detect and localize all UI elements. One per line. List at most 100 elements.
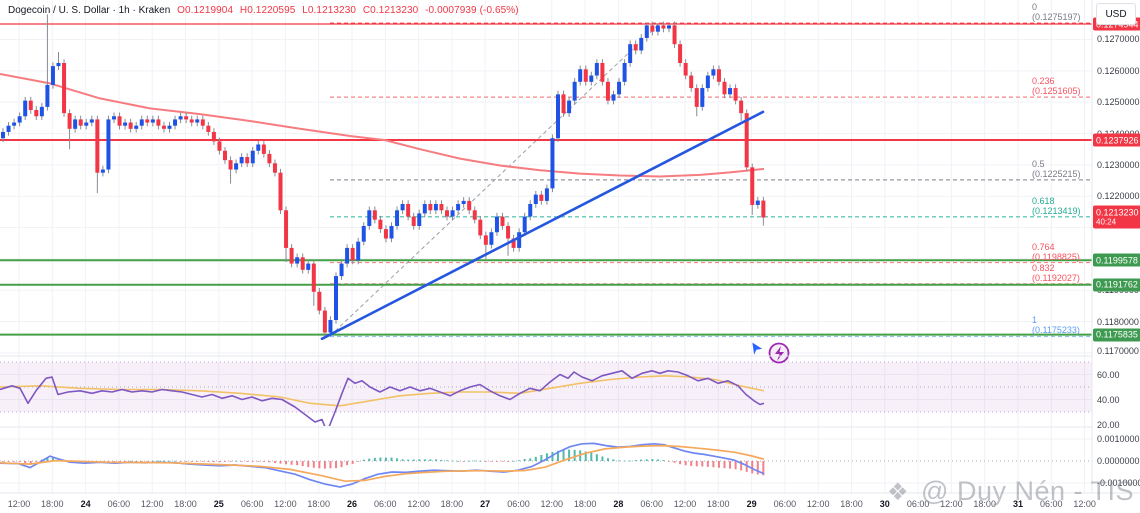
candle[interactable] bbox=[211, 131, 216, 142]
candle[interactable] bbox=[139, 119, 144, 126]
candle[interactable] bbox=[84, 122, 89, 126]
candle[interactable] bbox=[406, 204, 411, 217]
candle[interactable] bbox=[239, 157, 244, 164]
candle[interactable] bbox=[628, 44, 633, 63]
candle[interactable] bbox=[73, 119, 78, 129]
chart-canvas[interactable] bbox=[0, 0, 1140, 513]
candle[interactable] bbox=[528, 204, 533, 217]
candle[interactable] bbox=[95, 119, 100, 173]
candle[interactable] bbox=[62, 62, 67, 114]
time-axis-label[interactable]: 06:00 bbox=[907, 499, 930, 509]
candle[interactable] bbox=[450, 210, 455, 217]
candle[interactable] bbox=[472, 210, 477, 220]
candle[interactable] bbox=[478, 219, 483, 236]
candle[interactable] bbox=[522, 216, 527, 233]
candle[interactable] bbox=[50, 66, 55, 85]
candle[interactable] bbox=[311, 263, 316, 292]
candle[interactable] bbox=[156, 119, 161, 126]
candle[interactable] bbox=[445, 210, 449, 217]
time-axis-label[interactable]: 12:00 bbox=[940, 499, 963, 509]
flash-emoji-sticker[interactable] bbox=[751, 341, 790, 364]
candle[interactable] bbox=[123, 122, 128, 126]
time-axis-label[interactable]: 06:00 bbox=[108, 499, 131, 509]
time-axis-label[interactable]: 12:00 bbox=[274, 499, 297, 509]
candle[interactable] bbox=[23, 100, 28, 117]
candle[interactable] bbox=[117, 116, 122, 126]
time-axis-label[interactable]: 30 bbox=[880, 499, 890, 509]
time-axis-label[interactable]: 12:00 bbox=[8, 499, 31, 509]
candle[interactable] bbox=[223, 150, 227, 161]
trend-line[interactable] bbox=[320, 110, 765, 341]
time-axis-label[interactable]: 12:00 bbox=[674, 499, 697, 509]
candle[interactable] bbox=[184, 116, 189, 120]
candle[interactable] bbox=[700, 88, 705, 107]
candle[interactable] bbox=[456, 204, 461, 211]
time-axis-label[interactable]: 06:00 bbox=[241, 499, 264, 509]
candle[interactable] bbox=[544, 188, 549, 201]
candle[interactable] bbox=[633, 44, 638, 51]
time-axis-label[interactable]: 18:00 bbox=[840, 499, 863, 509]
candle[interactable] bbox=[383, 229, 388, 239]
time-axis-label[interactable]: 06:00 bbox=[640, 499, 663, 509]
candle[interactable] bbox=[12, 122, 17, 126]
time-axis-label[interactable]: 06:00 bbox=[374, 499, 397, 509]
candle[interactable] bbox=[417, 213, 422, 226]
candle[interactable] bbox=[106, 119, 111, 170]
candle[interactable] bbox=[161, 125, 166, 129]
candle[interactable] bbox=[356, 241, 361, 261]
candle[interactable] bbox=[56, 62, 61, 67]
currency-selector[interactable]: USD bbox=[1096, 3, 1136, 25]
candle[interactable] bbox=[605, 81, 610, 101]
candle[interactable] bbox=[672, 25, 677, 45]
candle[interactable] bbox=[195, 119, 200, 123]
time-axis-label[interactable]: 18:00 bbox=[174, 499, 197, 509]
candle[interactable] bbox=[639, 37, 644, 51]
time-axis-label[interactable]: 29 bbox=[747, 499, 757, 509]
candle[interactable] bbox=[689, 75, 694, 89]
candle[interactable] bbox=[500, 216, 505, 226]
candle[interactable] bbox=[278, 172, 283, 211]
candle[interactable] bbox=[206, 125, 211, 132]
candle[interactable] bbox=[750, 167, 755, 205]
time-axis-label[interactable]: 31 bbox=[1013, 499, 1023, 509]
candle[interactable] bbox=[300, 257, 305, 270]
fib-retracement-tool[interactable] bbox=[329, 22, 1092, 338]
candle[interactable] bbox=[539, 194, 544, 201]
candle[interactable] bbox=[234, 163, 239, 170]
candle[interactable] bbox=[150, 119, 155, 123]
candle[interactable] bbox=[506, 225, 511, 239]
time-axis-label[interactable]: 18:00 bbox=[574, 499, 597, 509]
candle[interactable] bbox=[467, 200, 472, 211]
candle[interactable] bbox=[284, 210, 289, 248]
candle[interactable] bbox=[483, 235, 488, 245]
candle[interactable] bbox=[317, 291, 322, 311]
candle[interactable] bbox=[556, 94, 560, 139]
candle[interactable] bbox=[655, 25, 660, 32]
candle[interactable] bbox=[328, 319, 333, 333]
candle[interactable] bbox=[705, 75, 710, 89]
candle[interactable] bbox=[550, 138, 555, 189]
candle[interactable] bbox=[650, 25, 655, 32]
candle[interactable] bbox=[422, 204, 427, 214]
candle[interactable] bbox=[711, 69, 716, 76]
candle[interactable] bbox=[439, 204, 444, 211]
time-axis-label[interactable]: 12:00 bbox=[541, 499, 564, 509]
candle[interactable] bbox=[39, 106, 44, 117]
candle[interactable] bbox=[17, 116, 22, 123]
candle[interactable] bbox=[173, 119, 178, 126]
time-axis-label[interactable]: 18:00 bbox=[707, 499, 730, 509]
candle[interactable] bbox=[678, 44, 683, 63]
candle[interactable] bbox=[339, 263, 344, 277]
candle[interactable] bbox=[45, 84, 50, 107]
candle[interactable] bbox=[306, 263, 311, 270]
candle[interactable] bbox=[378, 219, 383, 230]
time-axis-label[interactable]: 12:00 bbox=[807, 499, 830, 509]
candle[interactable] bbox=[761, 200, 766, 218]
candle[interactable] bbox=[667, 25, 671, 29]
candle[interactable] bbox=[217, 141, 222, 151]
candle[interactable] bbox=[739, 100, 744, 114]
time-axis-label[interactable]: 12:00 bbox=[1073, 499, 1096, 509]
candle[interactable] bbox=[228, 160, 233, 170]
candle[interactable] bbox=[67, 113, 72, 129]
candle[interactable] bbox=[583, 69, 588, 82]
